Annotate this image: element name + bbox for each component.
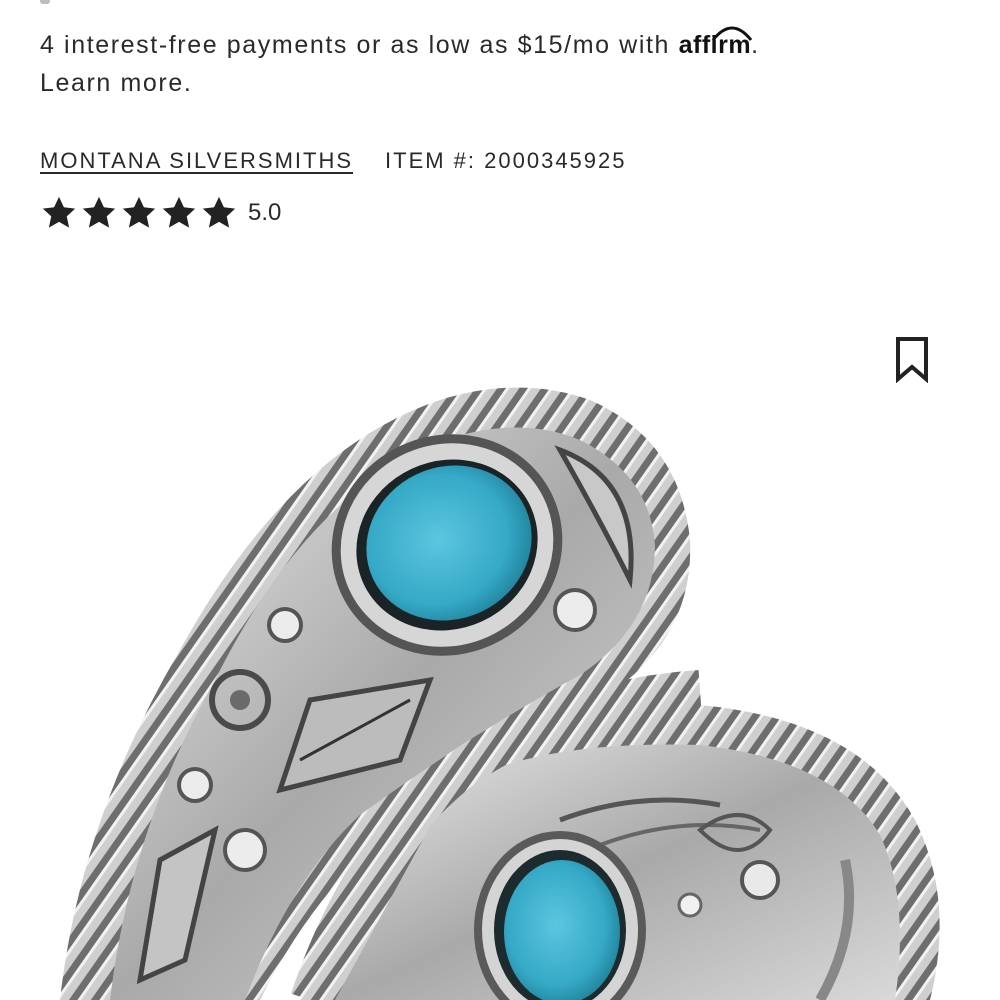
cut-off-element (40, 0, 50, 4)
learn-more-link[interactable]: Learn more. (40, 64, 192, 102)
affirm-logo[interactable]: affirm (679, 26, 752, 64)
affirm-payment-prefix: 4 interest-free payments or as low as $1… (40, 31, 671, 59)
star-icon (42, 196, 76, 228)
rating-value: 5.0 (248, 199, 282, 226)
rating[interactable]: 5.0 (40, 194, 281, 232)
rating-stars (40, 194, 238, 232)
star-icon (202, 196, 236, 228)
brand-link[interactable]: MONTANA SILVERSMITHS (40, 148, 353, 174)
bookmark-icon[interactable] (892, 335, 932, 383)
product-image[interactable] (0, 330, 1000, 1000)
affirm-arc-icon (711, 26, 752, 41)
item-number: ITEM #: 2000345925 (385, 148, 627, 173)
product-meta: MONTANA SILVERSMITHS ITEM #: 2000345925 (40, 148, 627, 174)
product-page: 4 interest-free payments or as low as $1… (0, 0, 1000, 1000)
star-icon (122, 196, 156, 228)
star-icon (82, 196, 116, 228)
star-icon (162, 196, 196, 228)
affirm-payment-text: 4 interest-free payments or as low as $1… (40, 26, 760, 64)
